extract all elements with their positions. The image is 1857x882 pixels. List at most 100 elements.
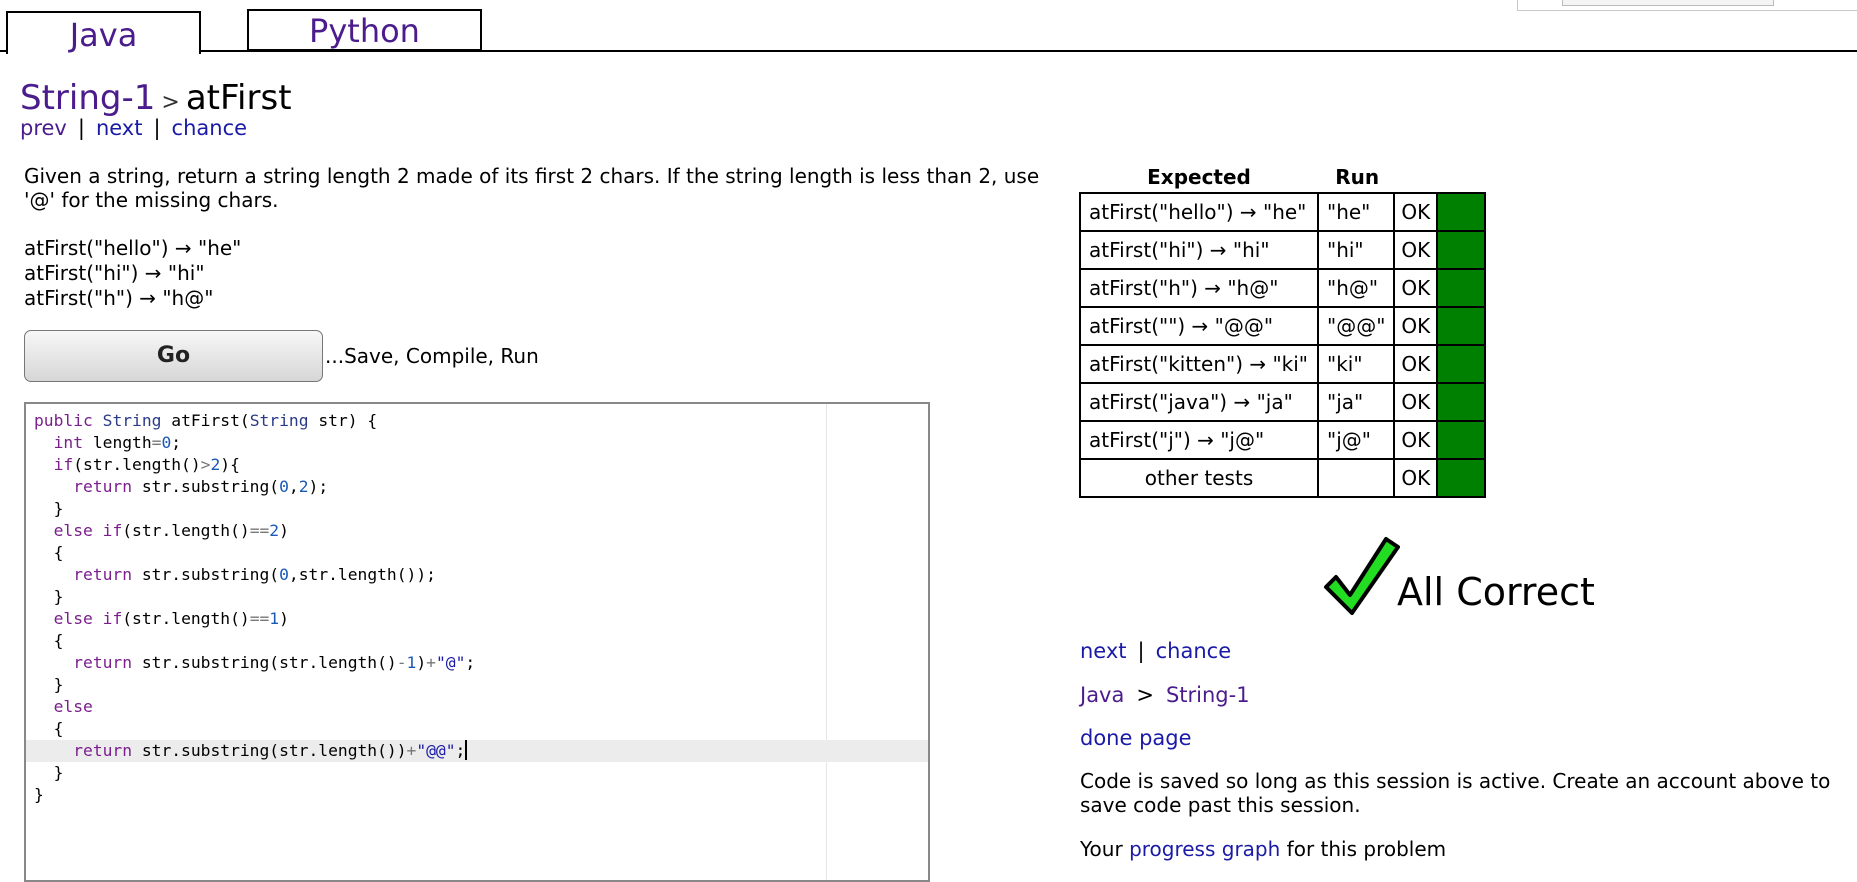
table-row: atFirst("") → "@@" "@@" OK — [1079, 308, 1487, 346]
prev-link[interactable]: prev — [20, 116, 67, 140]
code-line[interactable]: } — [26, 586, 928, 608]
run-cell: "ki" — [1319, 346, 1396, 384]
expected-cell: atFirst("h") → "h@" — [1079, 270, 1319, 308]
nav-divider: | — [77, 116, 85, 140]
run-header: Run — [1335, 164, 1380, 189]
run-cell: "hi" — [1319, 232, 1396, 270]
result-nav: next | chance — [1080, 639, 1231, 663]
code-line[interactable]: return str.substring(0,2); — [26, 476, 928, 498]
run-cell: "he" — [1319, 192, 1396, 232]
example-line: atFirst("hello") → "he" — [24, 236, 242, 260]
go-hint: ...Save, Compile, Run — [325, 344, 539, 368]
table-row: atFirst("hello") → "he" "he" OK — [1079, 192, 1487, 232]
account-box — [1517, 0, 1857, 11]
results-table: Expected Run atFirst("hello") → "he" "he"… — [1079, 163, 1487, 498]
example-line: atFirst("h") → "h@" — [24, 286, 214, 310]
table-row: atFirst("java") → "ja" "ja" OK — [1079, 384, 1487, 422]
problem-description: Given a string, return a string length 2… — [24, 164, 1040, 212]
account-field[interactable] — [1562, 0, 1774, 6]
page-title: atFirst — [185, 78, 292, 118]
expected-cell: atFirst("j") → "j@" — [1079, 422, 1319, 460]
run-cell: "h@" — [1319, 270, 1396, 308]
table-row: atFirst("j") → "j@" "j@" OK — [1079, 422, 1487, 460]
run-cell: "ja" — [1319, 384, 1396, 422]
breadcrumb-separator: > — [161, 90, 180, 115]
tab-python[interactable]: Python — [247, 9, 482, 51]
status-cell: OK — [1395, 422, 1439, 460]
tab-java[interactable]: Java — [6, 11, 201, 54]
table-row: atFirst("kitten") → "ki" "ki" OK — [1079, 346, 1487, 384]
progress-prefix: Your — [1080, 837, 1130, 861]
code-line[interactable]: return str.substring(str.length())+"@@"; — [26, 740, 928, 762]
code-line[interactable]: { — [26, 630, 928, 652]
code-lines[interactable]: public String atFirst(String str) { int … — [26, 410, 928, 806]
run-cell — [1319, 460, 1396, 498]
status-cell: OK — [1395, 308, 1439, 346]
go-button[interactable]: Go — [24, 330, 323, 382]
pass-indicator — [1438, 384, 1487, 422]
run-cell: "@@" — [1319, 308, 1396, 346]
checkmark-icon — [1322, 535, 1400, 619]
expected-cell: atFirst("hello") → "he" — [1079, 192, 1319, 232]
breadcrumb: String-1 > atFirst — [20, 78, 292, 118]
expected-cell: atFirst("kitten") → "ki" — [1079, 346, 1319, 384]
code-line[interactable]: { — [26, 542, 928, 564]
code-line[interactable]: } — [26, 674, 928, 696]
status-cell: OK — [1395, 232, 1439, 270]
status-cell: OK — [1395, 346, 1439, 384]
save-note: Code is saved so long as this session is… — [1080, 769, 1831, 817]
progress-graph-link[interactable]: progress graph — [1129, 837, 1280, 861]
expected-cell: other tests — [1079, 460, 1319, 498]
code-line[interactable]: else if(str.length()==2) — [26, 520, 928, 542]
expected-cell: atFirst("") → "@@" — [1079, 308, 1319, 346]
pass-indicator — [1438, 270, 1487, 308]
status-cell: OK — [1395, 460, 1439, 498]
table-row: atFirst("hi") → "hi" "hi" OK — [1079, 232, 1487, 270]
breadcrumb-separator: > — [1136, 683, 1154, 707]
java-home-link[interactable]: Java — [1080, 683, 1124, 707]
example-line: atFirst("hi") → "hi" — [24, 261, 205, 285]
pass-indicator — [1438, 460, 1487, 498]
code-line[interactable]: public String atFirst(String str) { — [26, 410, 928, 432]
code-line[interactable]: } — [26, 498, 928, 520]
code-line[interactable]: return str.substring(str.length()-1)+"@"… — [26, 652, 928, 674]
pass-indicator — [1438, 346, 1487, 384]
status-cell: OK — [1395, 192, 1439, 232]
all-correct-message: All Correct — [1397, 570, 1595, 614]
next-link[interactable]: next — [96, 116, 143, 140]
code-line[interactable]: int length=0; — [26, 432, 928, 454]
problem-nav: prev | next | chance — [20, 116, 247, 140]
status-cell: OK — [1395, 384, 1439, 422]
code-line[interactable]: } — [26, 784, 928, 806]
nav-divider: | — [153, 116, 161, 140]
nav-divider: | — [1137, 639, 1145, 663]
code-line[interactable]: { — [26, 718, 928, 740]
table-row: other tests OK — [1079, 460, 1487, 498]
table-row: atFirst("h") → "h@" "h@" OK — [1079, 270, 1487, 308]
status-cell: OK — [1395, 270, 1439, 308]
code-line[interactable]: else if(str.length()==1) — [26, 608, 928, 630]
pass-indicator — [1438, 308, 1487, 346]
breadcrumb-section-link[interactable]: String-1 — [20, 78, 155, 118]
examples: atFirst("hello") → "he" atFirst("hi") → … — [24, 236, 241, 311]
code-line[interactable]: return str.substring(0,str.length()); — [26, 564, 928, 586]
expected-cell: atFirst("hi") → "hi" — [1079, 232, 1319, 270]
code-line[interactable]: if(str.length()>2){ — [26, 454, 928, 476]
pass-indicator — [1438, 232, 1487, 270]
next-link-bottom[interactable]: next — [1080, 639, 1127, 663]
pass-indicator — [1438, 192, 1487, 232]
section-link[interactable]: String-1 — [1166, 683, 1250, 707]
chance-link[interactable]: chance — [172, 116, 248, 140]
run-cell: "j@" — [1319, 422, 1396, 460]
progress-note: Your progress graph for this problem — [1080, 837, 1446, 861]
expected-header: Expected — [1147, 164, 1251, 189]
chance-link-bottom[interactable]: chance — [1156, 639, 1232, 663]
done-page-link[interactable]: done page — [1080, 726, 1192, 750]
pass-indicator — [1438, 422, 1487, 460]
expected-cell: atFirst("java") → "ja" — [1079, 384, 1319, 422]
code-line[interactable]: else — [26, 696, 928, 718]
code-editor[interactable]: public String atFirst(String str) { int … — [24, 402, 930, 882]
progress-suffix: for this problem — [1280, 837, 1447, 861]
bottom-breadcrumb: Java > String-1 — [1080, 683, 1250, 707]
code-line[interactable]: } — [26, 762, 928, 784]
